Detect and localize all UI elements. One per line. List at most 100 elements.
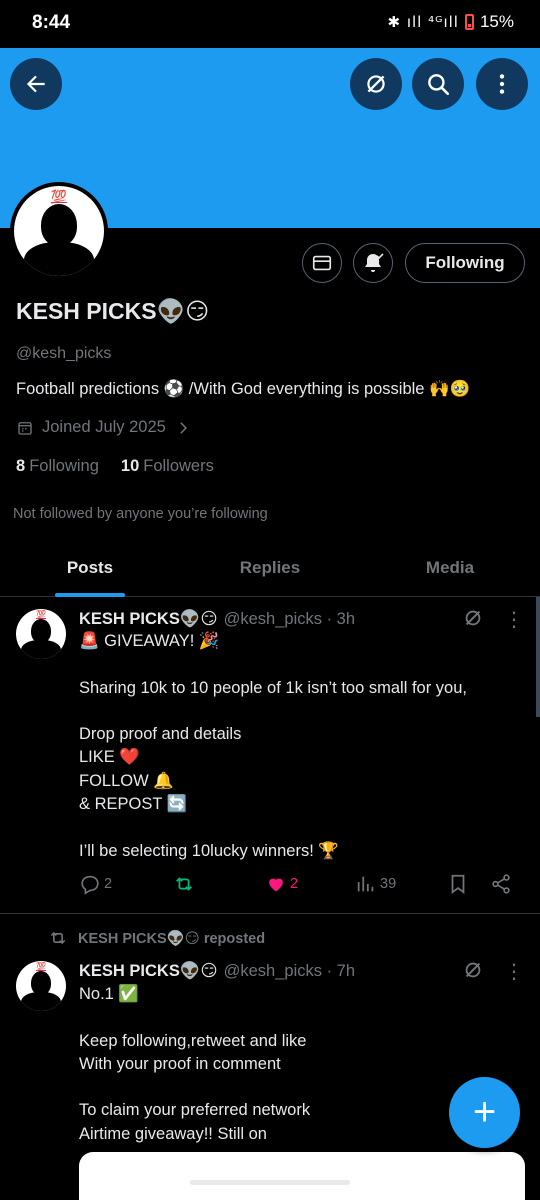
followers-count: 10 (120, 457, 140, 475)
tweet-author-name[interactable]: KESH PICKS👽😏 (79, 609, 218, 629)
silhouette-body (21, 640, 61, 659)
tweet-line: No.1 ✅ (79, 985, 139, 1003)
analytics-icon (357, 876, 374, 892)
message-button[interactable] (302, 243, 342, 283)
like-count: 2 (290, 876, 299, 892)
tweet-header: KESH PICKS👽😏 @kesh_picks · 7h (79, 961, 355, 981)
status-icons: ✱ ıll ⁴ᴳıll 15% (388, 12, 514, 32)
not-followed-note: Not followed by anyone you’re following (13, 506, 268, 522)
grok-icon[interactable] (462, 959, 484, 981)
tweet-line: 🚨 GIVEAWAY! 🎉 (79, 632, 220, 650)
signal-icon: ✱ ıll ⁴ᴳıll (387, 13, 459, 31)
tweet-line (79, 1006, 310, 1029)
following-label: Following (29, 457, 99, 475)
tweet-line (79, 653, 467, 676)
heart-icon (269, 878, 283, 892)
home-indicator[interactable] (190, 1180, 350, 1185)
following-button[interactable]: Following (405, 243, 525, 283)
battery-level: 15% (479, 12, 514, 31)
envelope-icon (312, 255, 332, 271)
more-vertical-icon[interactable]: ⋮ (504, 608, 524, 631)
tweet-line: Keep following,retweet and like (79, 1031, 307, 1050)
repost-indicator: KESH PICKS👽😏 reposted (48, 928, 265, 948)
tweet-line (79, 816, 467, 839)
tweet-line (79, 700, 467, 723)
tweet-line: LIKE ❤️ (79, 748, 140, 767)
tweet-line (79, 1076, 310, 1099)
tweet-line: With your proof in comment (79, 1054, 281, 1073)
battery-icon (464, 14, 474, 30)
share-icon (492, 874, 510, 894)
notifications-button[interactable] (353, 243, 393, 283)
views-count: 39 (380, 876, 397, 892)
badge-100-emoji: 💯 (36, 962, 46, 971)
profile-bio: Football predictions ⚽ /With God everyth… (16, 380, 471, 398)
silhouette-body (24, 242, 94, 276)
status-bar: 8:44 ✱ ıll ⁴ᴳıll 15% (0, 0, 540, 48)
grok-button[interactable] (350, 58, 402, 110)
joined-text: Joined July 2025 (42, 418, 166, 436)
badge-100-emoji: 💯 (50, 190, 68, 205)
views-button[interactable]: 39 (355, 873, 396, 895)
repost-label[interactable]: KESH PICKS👽😏 reposted (78, 930, 265, 947)
profile-joined[interactable]: Joined July 2025 (16, 418, 192, 437)
following-count: 8 (16, 457, 26, 475)
tweet-line: FOLLOW 🔔 (79, 771, 174, 790)
calendar-icon (18, 421, 32, 435)
chevron-right-icon (180, 421, 187, 434)
avatar-image: 💯 (14, 186, 104, 276)
arrow-left-icon (26, 75, 45, 93)
retweet-icon (176, 877, 192, 891)
tweet-author-name[interactable]: KESH PICKS👽😏 (79, 961, 218, 981)
followers-label: Followers (143, 457, 214, 475)
retweet-button[interactable] (173, 873, 198, 895)
tweet-header: KESH PICKS👽😏 @kesh_picks · 3h (79, 609, 355, 629)
profile-stats: 8 Following 10 Followers (16, 457, 214, 476)
silhouette-body (21, 992, 61, 1011)
like-button[interactable]: 2 (265, 873, 298, 895)
compose-button[interactable]: + (449, 1077, 520, 1148)
reply-count: 2 (104, 876, 113, 892)
tweet-line: & REPOST 🔄 (79, 795, 188, 814)
search-button[interactable] (412, 58, 464, 110)
back-button[interactable] (10, 58, 62, 110)
tweet-line: Sharing 10k to 10 people of 1k isn’t too… (79, 678, 467, 697)
silhouette-head (41, 204, 77, 246)
tweet-line: To claim your preferred network (79, 1101, 311, 1120)
tab-media[interactable]: Media (360, 540, 540, 596)
profile-name: KESH PICKS👽😏 (16, 298, 210, 324)
badge-100-emoji: 💯 (36, 610, 46, 619)
more-button[interactable] (476, 58, 528, 110)
tweet-text: 🚨 GIVEAWAY! 🎉 Sharing 10k to 10 people o… (79, 630, 467, 863)
retweet-icon (50, 931, 66, 945)
tweet-actions: 2 2 39 (79, 873, 515, 901)
more-vertical-icon (499, 74, 505, 94)
reply-button[interactable]: 2 (79, 873, 112, 895)
tab-replies[interactable]: Replies (180, 540, 360, 596)
tweet-handle-time: @kesh_picks · 7h (223, 961, 355, 980)
status-time: 8:44 (32, 12, 71, 33)
more-vertical-icon[interactable]: ⋮ (504, 960, 524, 983)
tweet-line: I’ll be selecting 10lucky winners! 🏆 (79, 841, 339, 860)
tweet-avatar[interactable]: 💯 (16, 609, 66, 659)
tweet-divider (0, 913, 540, 914)
bookmark-button[interactable] (447, 873, 469, 895)
scrollbar[interactable] (536, 597, 540, 717)
reply-icon (81, 875, 99, 895)
tab-posts[interactable]: Posts (0, 540, 180, 597)
profile-handle: @kesh_picks (16, 345, 112, 362)
tweet-handle-time: @kesh_picks · 3h (223, 609, 355, 628)
grok-icon[interactable] (462, 607, 484, 629)
tweet-text: No.1 ✅ Keep following,retweet and like W… (79, 983, 310, 1146)
profile-avatar[interactable]: 💯 (10, 182, 108, 280)
profile-tabs: Posts Replies Media (0, 540, 540, 597)
tweet-line: Airtime giveaway!! Still on (79, 1124, 267, 1143)
following-stat[interactable]: 8 Following (16, 457, 99, 476)
share-button[interactable] (490, 873, 512, 895)
tweet-line: Drop proof and details (79, 725, 242, 744)
grok-icon (367, 75, 385, 93)
tweet-avatar[interactable]: 💯 (16, 961, 66, 1011)
followers-stat[interactable]: 10 Followers (121, 457, 214, 476)
bookmark-icon (451, 874, 465, 894)
media-card-preview[interactable] (79, 1152, 525, 1200)
